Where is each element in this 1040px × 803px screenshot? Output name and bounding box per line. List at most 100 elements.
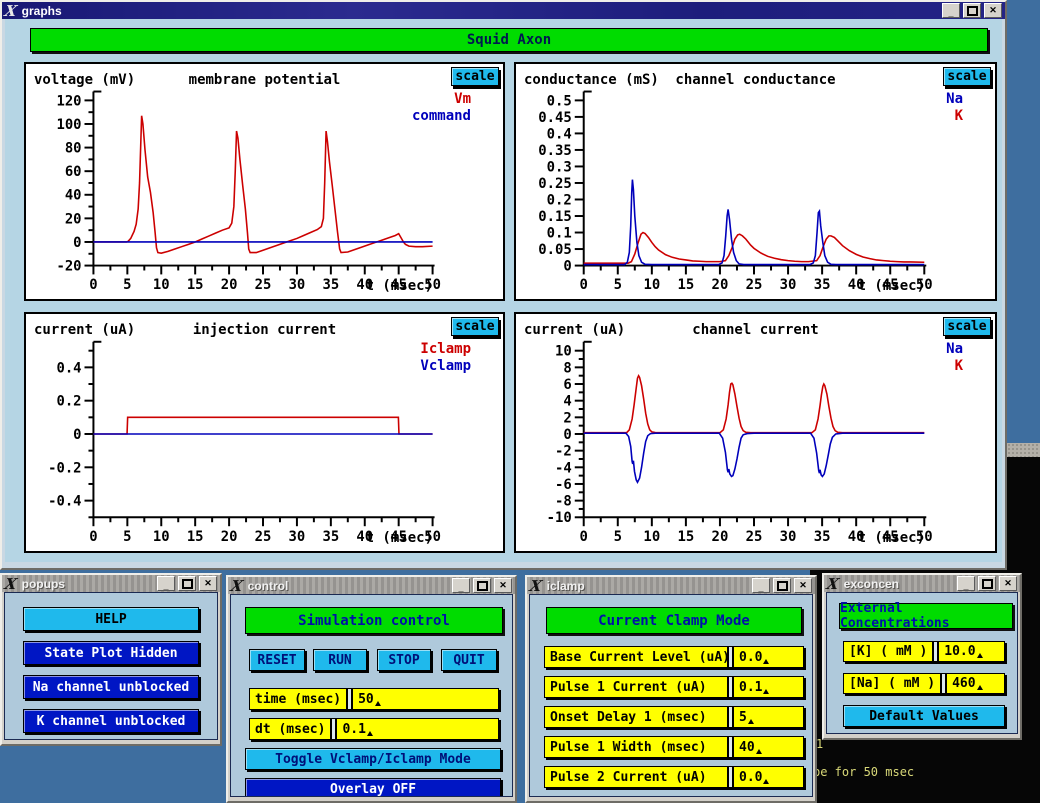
k-concentration-input[interactable]: 10.0 <box>937 642 1004 661</box>
overlay-button[interactable]: Overlay OFF <box>245 778 501 797</box>
time-field-input[interactable]: 50 <box>351 689 498 709</box>
svg-text:5: 5 <box>123 529 131 545</box>
svg-text:0.25: 0.25 <box>538 176 572 192</box>
na-channel-button[interactable]: Na channel unblocked <box>23 675 199 699</box>
na-concentration-input[interactable]: 460 <box>945 674 1004 693</box>
plot-panel-channel-current: 1086420-2-4-6-8-1005101520253035404550 c… <box>514 312 997 553</box>
pulse1-current-row: Pulse 1 Current (uA) 0.1 <box>544 676 804 698</box>
plot-panel-membrane-potential: 120100806040200-2005101520253035404550 v… <box>24 62 505 301</box>
close-icon[interactable]: ✕ <box>199 576 217 591</box>
plot-panel-injection-current: 0.40.20-0.2-0.405101520253035404550 curr… <box>24 312 505 553</box>
text-cursor <box>763 689 769 694</box>
k-concentration-label: [K] ( mM ) <box>844 642 934 661</box>
close-icon[interactable]: ✕ <box>494 578 512 593</box>
legend-entry: K <box>946 108 963 125</box>
base-current-input[interactable]: 0.0 <box>732 647 803 667</box>
svg-text:0: 0 <box>73 235 81 251</box>
reset-button[interactable]: RESET <box>249 649 305 671</box>
minimize-icon[interactable]: _ <box>957 576 975 591</box>
exconcen-titlebar[interactable]: X exconcen _ ✕ <box>824 575 1020 592</box>
maximize-icon[interactable] <box>773 578 791 593</box>
text-cursor <box>367 731 373 736</box>
svg-text:25: 25 <box>255 529 272 545</box>
svg-text:30: 30 <box>289 277 306 293</box>
onset-delay1-input[interactable]: 5 <box>732 707 803 727</box>
quit-button[interactable]: QUIT <box>441 649 497 671</box>
graphs-content: Squid Axon 120100806040200-2005101520253… <box>5 19 1002 562</box>
svg-text:0: 0 <box>580 277 588 293</box>
control-banner: Simulation control <box>245 607 503 634</box>
svg-text:40: 40 <box>65 188 82 204</box>
terminal-line: be for 50 msec <box>813 765 914 779</box>
graphs-titlebar[interactable]: X graphs _ ✕ <box>2 2 1005 19</box>
minimize-icon[interactable]: _ <box>942 3 960 18</box>
popups-titlebar[interactable]: X popups _ ✕ <box>2 575 220 592</box>
state-plot-button[interactable]: State Plot Hidden <box>23 641 199 665</box>
svg-text:-0.2: -0.2 <box>48 460 81 476</box>
pulse1-width-label: Pulse 1 Width (msec) <box>545 737 729 757</box>
popups-window: X popups _ ✕ HELP State Plot Hidden Na c… <box>0 573 222 746</box>
svg-text:6: 6 <box>563 377 571 393</box>
x11-logo-icon: X <box>230 580 244 592</box>
scale-button[interactable]: scale <box>943 67 991 86</box>
popups-content: HELP State Plot Hidden Na channel unbloc… <box>4 592 218 740</box>
svg-text:30: 30 <box>780 529 797 545</box>
svg-text:-8: -8 <box>555 494 572 510</box>
scale-button[interactable]: scale <box>451 67 499 86</box>
stop-button[interactable]: STOP <box>377 649 431 671</box>
svg-text:8: 8 <box>563 360 571 376</box>
svg-text:0.5: 0.5 <box>547 93 572 109</box>
scale-button[interactable]: scale <box>451 317 499 336</box>
svg-text:0.1: 0.1 <box>547 226 572 242</box>
plot-legend: Na K <box>946 91 963 125</box>
control-titlebar[interactable]: X control _ ✕ <box>228 577 515 594</box>
window-title: iclamp <box>547 579 585 593</box>
default-values-button[interactable]: Default Values <box>843 705 1005 727</box>
toggle-clamp-mode-button[interactable]: Toggle Vclamp/Iclamp Mode <box>245 748 501 770</box>
svg-text:-6: -6 <box>555 477 572 493</box>
scale-button[interactable]: scale <box>943 317 991 336</box>
plot-legend: Na K <box>946 341 963 375</box>
terminal-fragment-right <box>1007 457 1040 570</box>
svg-text:20: 20 <box>65 211 82 227</box>
text-cursor <box>763 779 769 784</box>
pulse2-current-label: Pulse 2 Current (uA) <box>545 767 729 787</box>
svg-text:0.35: 0.35 <box>538 143 572 159</box>
pulse1-width-input[interactable]: 40 <box>732 737 803 757</box>
model-title-banner: Squid Axon <box>30 28 988 52</box>
minimize-icon[interactable]: _ <box>452 578 470 593</box>
plot-legend: Iclamp Vclamp <box>420 341 471 375</box>
text-cursor <box>763 659 769 664</box>
svg-text:5: 5 <box>614 529 622 545</box>
minimize-icon[interactable]: _ <box>752 578 770 593</box>
x11-logo-icon: X <box>4 5 18 17</box>
help-button[interactable]: HELP <box>23 607 199 631</box>
model-title: Squid Axon <box>467 32 551 48</box>
window-title: popups <box>22 577 65 591</box>
onset-delay1-label: Onset Delay 1 (msec) <box>545 707 729 727</box>
iclamp-titlebar[interactable]: X iclamp _ ✕ <box>527 577 815 594</box>
legend-entry: K <box>946 358 963 375</box>
dt-field-input[interactable]: 0.1 <box>335 719 498 739</box>
close-icon[interactable]: ✕ <box>984 3 1002 18</box>
legend-entry: Vm <box>412 91 471 108</box>
close-icon[interactable]: ✕ <box>794 578 812 593</box>
pulse1-current-input[interactable]: 0.1 <box>732 677 803 697</box>
na-concentration-row: [Na] ( mM ) 460 <box>843 673 1005 694</box>
maximize-icon[interactable] <box>963 3 981 18</box>
iclamp-window: X iclamp _ ✕ Current Clamp Mode Base Cur… <box>525 575 817 803</box>
minimize-icon[interactable]: _ <box>157 576 175 591</box>
svg-text:0.3: 0.3 <box>547 159 572 175</box>
maximize-icon[interactable] <box>473 578 491 593</box>
svg-text:10: 10 <box>643 277 660 293</box>
pulse2-current-input[interactable]: 0.0 <box>732 767 803 787</box>
close-icon[interactable]: ✕ <box>999 576 1017 591</box>
svg-text:15: 15 <box>187 529 204 545</box>
run-button[interactable]: RUN <box>313 649 367 671</box>
window-title: graphs <box>22 4 62 18</box>
x-axis-label: t (msec) <box>858 278 925 294</box>
maximize-icon[interactable] <box>978 576 996 591</box>
maximize-icon[interactable] <box>178 576 196 591</box>
svg-text:35: 35 <box>322 529 339 545</box>
k-channel-button[interactable]: K channel unblocked <box>23 709 199 733</box>
